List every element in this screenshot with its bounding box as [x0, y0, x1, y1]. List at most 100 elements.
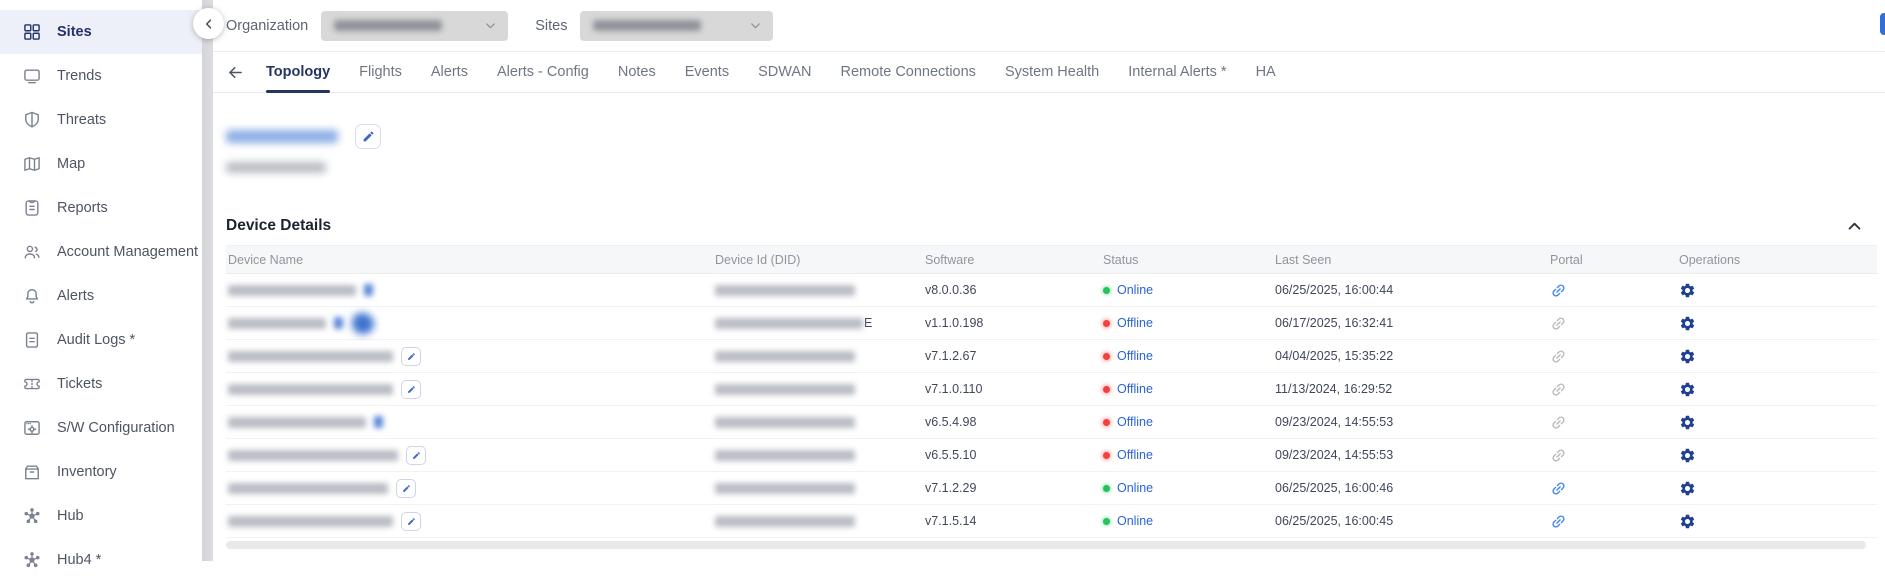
- organization-value-redacted: [334, 20, 442, 31]
- operations-gear-icon[interactable]: [1679, 381, 1696, 398]
- portal-link-icon[interactable]: [1550, 381, 1567, 398]
- sites-value-redacted: [593, 20, 701, 31]
- device-name-cell: [226, 380, 713, 399]
- portal-link-icon[interactable]: [1550, 315, 1567, 332]
- sidebar-item-alerts[interactable]: Alerts: [0, 274, 202, 318]
- status-badge[interactable]: Online: [1117, 481, 1153, 495]
- last-seen: 06/25/2025, 16:00:44: [1273, 283, 1548, 297]
- device-name-cell: [226, 284, 713, 296]
- portal-link-icon[interactable]: [1550, 348, 1567, 365]
- edit-device-name-button[interactable]: [406, 446, 426, 465]
- column-header-operations: Operations: [1677, 253, 1877, 267]
- sidebar-item-s-w-configuration[interactable]: S/W Configuration: [0, 406, 202, 450]
- sidebar-item-label: S/W Configuration: [57, 420, 175, 436]
- table-row: v7.1.5.14Online06/25/2025, 16:00:45: [226, 505, 1877, 538]
- software-version: v7.1.2.67: [923, 349, 1101, 363]
- table-horizontal-scrollbar[interactable]: [226, 541, 1866, 549]
- last-seen: 11/13/2024, 16:29:52: [1273, 382, 1548, 396]
- pencil-icon: [412, 451, 421, 460]
- operations-gear-icon[interactable]: [1679, 348, 1696, 365]
- status-dot-offline: [1103, 320, 1110, 327]
- table-row: v6.5.5.10Offline09/23/2024, 14:55:53: [226, 439, 1877, 472]
- back-arrow-button[interactable]: [226, 63, 245, 82]
- operations-cell: [1677, 513, 1877, 530]
- tab-system-health[interactable]: System Health: [1005, 52, 1099, 92]
- tab-topology[interactable]: Topology: [266, 52, 330, 92]
- tab-alerts[interactable]: Alerts: [431, 52, 468, 92]
- edit-device-name-button[interactable]: [401, 347, 421, 366]
- tab-internal-alerts[interactable]: Internal Alerts *: [1128, 52, 1226, 92]
- operations-gear-icon[interactable]: [1679, 447, 1696, 464]
- tab-flights[interactable]: Flights: [359, 52, 402, 92]
- portal-cell: [1548, 447, 1677, 464]
- device-details-table: Device NameDevice Id (DID)SoftwareStatus…: [226, 245, 1877, 549]
- operations-gear-icon[interactable]: [1679, 513, 1696, 530]
- edit-device-name-button[interactable]: [396, 479, 416, 498]
- status-cell: Online: [1101, 481, 1273, 495]
- sidebar-item-audit-logs[interactable]: Audit Logs *: [0, 318, 202, 362]
- sidebar-item-reports[interactable]: Reports: [0, 186, 202, 230]
- sidebar-item-threats[interactable]: Threats: [0, 98, 202, 142]
- sidebar-item-map[interactable]: Map: [0, 142, 202, 186]
- tab-ha[interactable]: HA: [1256, 52, 1276, 92]
- tab-events[interactable]: Events: [685, 52, 729, 92]
- status-badge[interactable]: Offline: [1117, 448, 1153, 462]
- portal-link-icon[interactable]: [1550, 513, 1567, 530]
- sites-select[interactable]: [580, 11, 773, 41]
- sidebar-item-label: Audit Logs *: [57, 332, 135, 348]
- status-badge[interactable]: Online: [1117, 283, 1153, 297]
- sidebar-item-inventory[interactable]: Inventory: [0, 450, 202, 494]
- sidebar-scrollbar[interactable]: [202, 0, 213, 561]
- topbar: Organization Sites: [202, 0, 1885, 52]
- portal-cell: [1548, 414, 1677, 431]
- tab-sdwan[interactable]: SDWAN: [758, 52, 811, 92]
- table-body: v8.0.0.36Online06/25/2025, 16:00:44Ev1.1…: [226, 274, 1877, 538]
- status-badge[interactable]: Offline: [1117, 415, 1153, 429]
- status-dot-online: [1103, 287, 1110, 294]
- sidebar-item-account-management[interactable]: Account Management: [0, 230, 202, 274]
- sidebar-item-label: Hub4 *: [57, 552, 101, 568]
- operations-cell: [1677, 414, 1877, 431]
- device-name-cell: [226, 347, 713, 366]
- operations-gear-icon[interactable]: [1679, 480, 1696, 497]
- portal-link-icon[interactable]: [1550, 414, 1567, 431]
- status-badge[interactable]: Offline: [1117, 382, 1153, 396]
- sidebar-item-hub[interactable]: Hub: [0, 494, 202, 538]
- status-dot-online: [1103, 518, 1110, 525]
- operations-cell: [1677, 348, 1877, 365]
- right-edge-partial-button[interactable]: [1880, 13, 1885, 35]
- hub-icon: [22, 506, 42, 526]
- operations-cell: [1677, 381, 1877, 398]
- operations-gear-icon[interactable]: [1679, 315, 1696, 332]
- operations-gear-icon[interactable]: [1679, 414, 1696, 431]
- tab-notes[interactable]: Notes: [618, 52, 656, 92]
- portal-link-icon[interactable]: [1550, 447, 1567, 464]
- operations-gear-icon[interactable]: [1679, 282, 1696, 299]
- portal-link-icon[interactable]: [1550, 282, 1567, 299]
- sidebar-item-hub4[interactable]: Hub4 *: [0, 538, 202, 582]
- operations-cell: [1677, 447, 1877, 464]
- device-name-cell: [226, 512, 713, 531]
- status-dot-offline: [1103, 452, 1110, 459]
- tab-alerts-config[interactable]: Alerts - Config: [497, 52, 589, 92]
- device-details-collapse-button[interactable]: [1846, 218, 1863, 235]
- sidebar-collapse-button[interactable]: [193, 8, 224, 39]
- edit-device-name-button[interactable]: [401, 512, 421, 531]
- chevron-left-icon: [202, 17, 216, 31]
- status-badge[interactable]: Offline: [1117, 316, 1153, 330]
- audit-logs-icon: [22, 330, 42, 350]
- status-badge[interactable]: Online: [1117, 514, 1153, 528]
- sidebar-item-tickets[interactable]: Tickets: [0, 362, 202, 406]
- last-seen: 09/23/2024, 14:55:53: [1273, 448, 1548, 462]
- tab-remote-connections[interactable]: Remote Connections: [841, 52, 976, 92]
- status-badge[interactable]: Offline: [1117, 349, 1153, 363]
- edit-device-name-button[interactable]: [401, 380, 421, 399]
- software-version: v7.1.0.110: [923, 382, 1101, 396]
- sidebar-item-sites[interactable]: Sites: [0, 10, 202, 54]
- edit-site-name-button[interactable]: [355, 124, 381, 149]
- portal-link-icon[interactable]: [1550, 480, 1567, 497]
- organization-select[interactable]: [321, 11, 508, 41]
- device-id-redacted: [715, 318, 863, 329]
- sidebar-item-trends[interactable]: Trends: [0, 54, 202, 98]
- device-name-cell: [226, 416, 713, 428]
